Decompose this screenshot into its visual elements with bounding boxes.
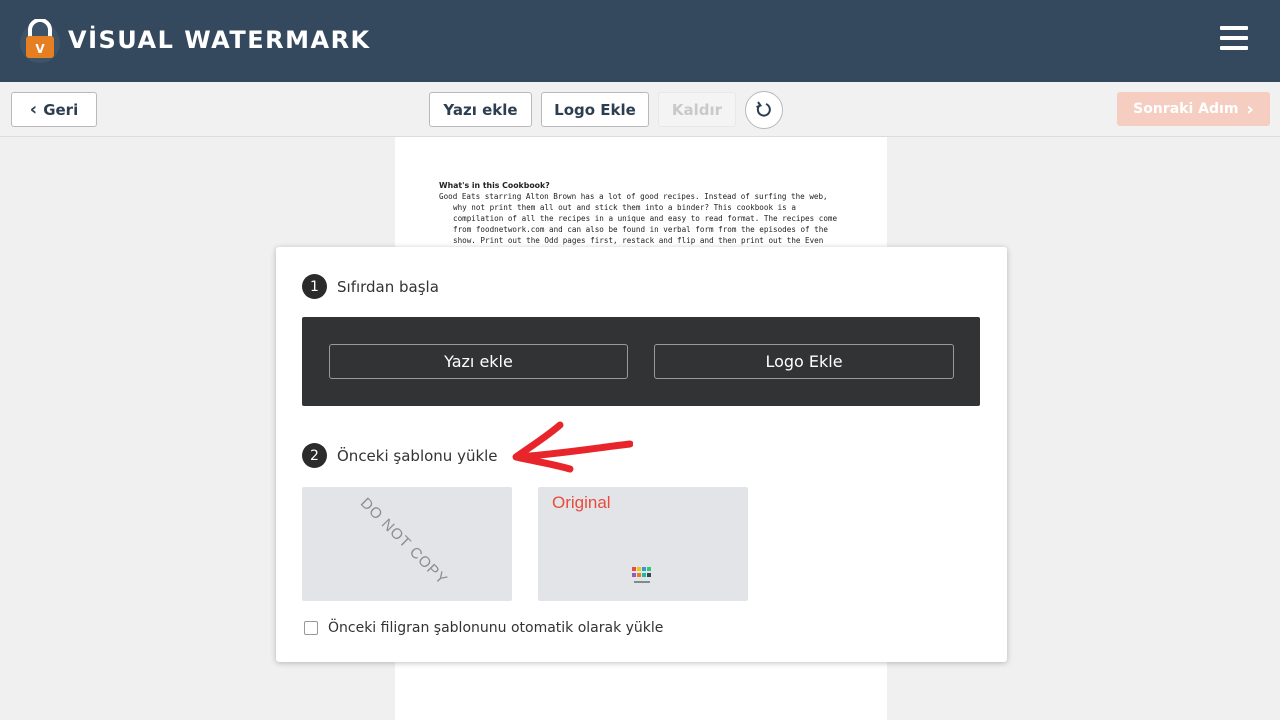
app-header: V VİSUAL WATERMARK — [0, 0, 1280, 82]
hamburger-menu-button[interactable] — [1218, 26, 1250, 54]
cookbook-logo-icon — [632, 567, 651, 583]
step-load-previous-template: 2 Önceki şablonu yükle — [302, 443, 498, 468]
reset-button[interactable] — [745, 91, 783, 129]
step-number: 2 — [302, 443, 327, 468]
add-logo-button[interactable]: Logo Ekle — [541, 92, 649, 127]
document-content: What's in this Cookbook? Good Eats starr… — [439, 180, 844, 257]
autoload-checkbox[interactable] — [304, 621, 318, 635]
brand-title: VİSUAL WATERMARK — [68, 26, 371, 54]
toolbar: ‹ Geri Yazı ekle Logo Ekle Kaldır — [0, 82, 1280, 137]
next-step-label: Sonraki Adım — [1133, 101, 1239, 117]
start-options-panel: Yazı ekle Logo Ekle — [302, 317, 980, 406]
back-button[interactable]: ‹ Geri — [11, 92, 97, 127]
autoload-template-option[interactable]: Önceki filigran şablonunu otomatik olara… — [304, 620, 663, 636]
hamburger-icon — [1220, 26, 1248, 30]
template-dialog: 1 Sıfırdan başla Yazı ekle Logo Ekle 2 Ö… — [276, 247, 1007, 662]
template-thumbnail-do-not-copy[interactable]: DO NOT COPY — [302, 487, 512, 601]
next-step-button[interactable]: Sonraki Adım › — [1117, 92, 1270, 126]
back-label: Geri — [43, 100, 79, 119]
svg-text:V: V — [35, 42, 45, 56]
document-heading: What's in this Cookbook? — [439, 181, 550, 190]
template-thumbnail-original[interactable]: Original — [538, 487, 748, 601]
chevron-left-icon: ‹ — [29, 99, 38, 120]
step-label: Önceki şablonu yükle — [337, 446, 498, 465]
autoload-label: Önceki filigran şablonunu otomatik olara… — [328, 620, 664, 636]
remove-button[interactable]: Kaldır — [658, 92, 736, 127]
template-watermark-text: DO NOT COPY — [356, 494, 451, 589]
step-label: Sıfırdan başla — [337, 277, 439, 296]
step-number: 1 — [302, 274, 327, 299]
undo-icon — [756, 101, 771, 117]
red-arrow-annotation — [512, 421, 633, 473]
add-text-button[interactable]: Yazı ekle — [429, 92, 532, 127]
dialog-add-logo-button[interactable]: Logo Ekle — [654, 344, 954, 379]
step-start-from-scratch: 1 Sıfırdan başla — [302, 274, 439, 299]
lock-v-icon: V — [20, 19, 60, 63]
chevron-right-icon: › — [1246, 98, 1254, 120]
template-watermark-text: Original — [552, 493, 611, 512]
dialog-add-text-button[interactable]: Yazı ekle — [329, 344, 628, 379]
